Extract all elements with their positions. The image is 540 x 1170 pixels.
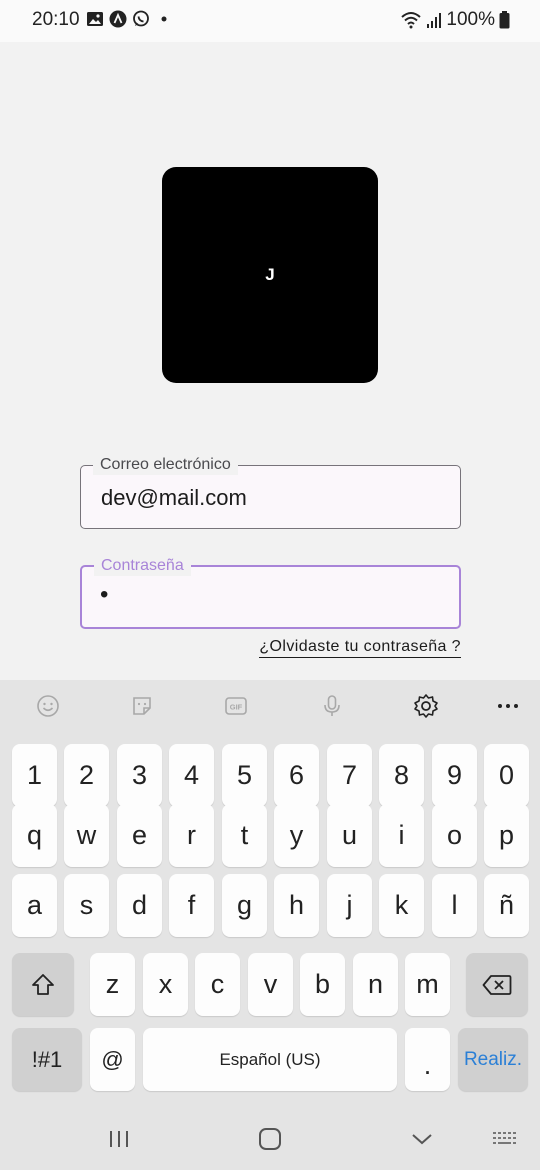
key-l[interactable]: l <box>432 874 477 937</box>
key-k[interactable]: k <box>379 874 424 937</box>
key-y[interactable]: y <box>274 804 319 867</box>
login-screen: J Correo electrónico dev@mail.com Contra… <box>0 42 540 680</box>
back-icon[interactable] <box>407 1126 437 1152</box>
password-field[interactable]: Contraseña • <box>80 556 461 629</box>
email-field[interactable]: Correo electrónico dev@mail.com <box>80 455 461 529</box>
home-icon[interactable] <box>255 1126 285 1152</box>
key-7[interactable]: 7 <box>327 744 372 807</box>
key-i[interactable]: i <box>379 804 424 867</box>
keyboard-toolbar: GIF <box>0 680 540 732</box>
navigation-bar <box>0 1108 540 1170</box>
wifi-icon <box>401 12 422 29</box>
more-icon[interactable] <box>494 692 522 720</box>
backspace-icon <box>482 974 512 995</box>
key-f[interactable]: f <box>169 874 214 937</box>
email-value[interactable]: dev@mail.com <box>101 485 247 511</box>
key-g[interactable]: g <box>222 874 267 937</box>
emoji-icon[interactable] <box>34 692 62 720</box>
symbols-key[interactable]: !#1 <box>12 1028 82 1091</box>
key-w[interactable]: w <box>64 804 109 867</box>
keyboard: GIF 1 2 3 4 5 6 7 8 9 0 q w e r t y u i … <box>0 680 540 1108</box>
key-6[interactable]: 6 <box>274 744 319 807</box>
key-r[interactable]: r <box>169 804 214 867</box>
recents-icon[interactable] <box>104 1126 134 1152</box>
status-time: 20:10 <box>32 9 80 30</box>
shift-icon <box>32 973 54 995</box>
backspace-key[interactable] <box>466 953 528 1016</box>
email-label: Correo electrónico <box>93 455 238 475</box>
key-p[interactable]: p <box>484 804 529 867</box>
battery-percent: 100% <box>446 9 495 30</box>
logo-text: J <box>265 265 275 284</box>
key-v[interactable]: v <box>248 953 293 1016</box>
key-n-tilde[interactable]: ñ <box>484 874 529 937</box>
image-icon <box>87 12 103 26</box>
key-m[interactable]: m <box>405 953 450 1016</box>
key-h[interactable]: h <box>274 874 319 937</box>
key-1[interactable]: 1 <box>12 744 57 807</box>
at-key[interactable]: @ <box>90 1028 135 1091</box>
forgot-password-link[interactable]: ¿Olvidaste tu contraseña ? <box>259 638 461 658</box>
enter-key[interactable]: Realiz. <box>458 1028 528 1091</box>
password-label: Contraseña <box>94 556 191 576</box>
space-key[interactable]: Español (US) <box>143 1028 397 1091</box>
svg-text:GIF: GIF <box>230 703 243 712</box>
key-d[interactable]: d <box>117 874 162 937</box>
key-o[interactable]: o <box>432 804 477 867</box>
key-q[interactable]: q <box>12 804 57 867</box>
key-s[interactable]: s <box>64 874 109 937</box>
key-z[interactable]: z <box>90 953 135 1016</box>
key-8[interactable]: 8 <box>379 744 424 807</box>
settings-icon[interactable] <box>412 692 440 720</box>
key-u[interactable]: u <box>327 804 372 867</box>
dot-icon <box>161 16 167 22</box>
key-5[interactable]: 5 <box>222 744 267 807</box>
signal-icon <box>427 13 442 28</box>
key-0[interactable]: 0 <box>484 744 529 807</box>
keyboard-switch-icon[interactable] <box>490 1126 520 1152</box>
status-right: 100% <box>400 9 510 31</box>
notification-icons <box>86 10 173 28</box>
key-b[interactable]: b <box>300 953 345 1016</box>
key-x[interactable]: x <box>143 953 188 1016</box>
key-j[interactable]: j <box>327 874 372 937</box>
key-9[interactable]: 9 <box>432 744 477 807</box>
a-app-icon <box>109 10 127 28</box>
key-2[interactable]: 2 <box>64 744 109 807</box>
period-key[interactable]: . <box>405 1028 450 1091</box>
key-c[interactable]: c <box>195 953 240 1016</box>
battery-icon <box>499 11 510 29</box>
shift-key[interactable] <box>12 953 74 1016</box>
whatsapp-icon <box>133 10 149 27</box>
key-t[interactable]: t <box>222 804 267 867</box>
sticker-icon[interactable] <box>128 692 156 720</box>
gif-icon[interactable]: GIF <box>222 692 250 720</box>
key-e[interactable]: e <box>117 804 162 867</box>
status-bar: 20:10 100% <box>0 0 540 42</box>
key-3[interactable]: 3 <box>117 744 162 807</box>
app-logo: J <box>162 167 378 383</box>
key-4[interactable]: 4 <box>169 744 214 807</box>
key-a[interactable]: a <box>12 874 57 937</box>
key-n[interactable]: n <box>353 953 398 1016</box>
password-value[interactable]: • <box>100 581 108 609</box>
mic-icon[interactable] <box>318 692 346 720</box>
